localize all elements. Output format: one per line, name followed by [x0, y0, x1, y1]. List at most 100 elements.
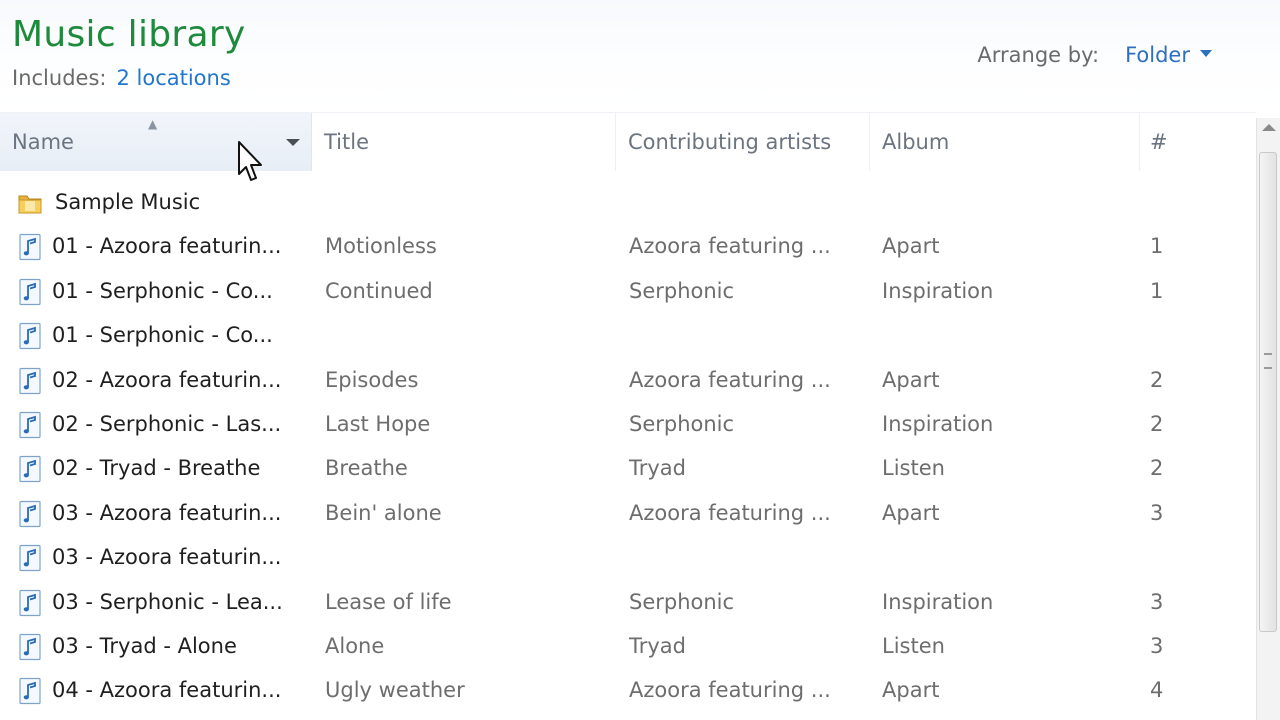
file-row[interactable]: 01 - Azoora featurin... Motionless Azoor… [0, 224, 1256, 268]
arrange-by-label: Arrange by: [977, 43, 1100, 67]
folder-name: Sample Music [55, 190, 201, 214]
file-number: 2 [1150, 411, 1164, 436]
file-name: 03 - Serphonic - Lea... [52, 589, 283, 614]
file-title: Breathe [325, 456, 408, 481]
file-number: 1 [1150, 234, 1164, 259]
file-artist: Azoora featuring ... [629, 500, 831, 525]
file-name: 03 - Azoora featurin... [52, 500, 282, 525]
file-number: 4 [1150, 678, 1164, 703]
file-row[interactable]: 03 - Azoora featurin... [0, 535, 1256, 579]
file-artist: Tryad [629, 456, 687, 481]
file-number: 3 [1150, 589, 1164, 614]
explorer-window: Music library Includes: 2 locations Arran… [0, 0, 1280, 720]
music-file-icon [19, 323, 41, 350]
file-album [882, 313, 1132, 357]
column-number-label: # [1150, 130, 1168, 154]
file-row[interactable]: 03 - Azoora featurin... Bein' alone Azoo… [0, 491, 1256, 535]
file-row[interactable]: 02 - Serphonic - Las... Last Hope Serpho… [0, 402, 1256, 446]
file-title [325, 535, 610, 579]
music-file-icon [19, 589, 41, 616]
column-album-label: Album [882, 130, 950, 154]
file-title: Motionless [325, 234, 437, 259]
file-name: 03 - Tryad - Alone [52, 633, 237, 658]
file-number [1150, 535, 1190, 579]
music-file-icon [19, 367, 41, 394]
file-album: Apart [882, 678, 940, 703]
folder-icon [18, 195, 42, 214]
file-artist: Serphonic [629, 589, 735, 614]
file-name: 02 - Tryad - Breathe [52, 456, 261, 481]
locations-link[interactable]: 2 locations [116, 66, 230, 90]
column-album[interactable]: Album [870, 113, 1140, 171]
file-artist [629, 313, 865, 357]
file-row[interactable]: 02 - Tryad - Breathe Breathe Tryad Liste… [0, 446, 1256, 490]
file-album: Apart [882, 234, 940, 259]
music-file-icon [19, 234, 41, 261]
file-title: Continued [325, 278, 433, 303]
music-file-icon [19, 545, 41, 572]
chevron-down-icon[interactable] [286, 139, 300, 146]
folder-row[interactable]: Sample Music [0, 180, 1256, 224]
file-list: Sample Music 01 - Azoora featurin... Mot… [0, 180, 1256, 713]
file-title: Episodes [325, 367, 419, 392]
scrollbar-thumb[interactable] [1259, 152, 1277, 632]
file-artist: Azoora featuring ... [629, 234, 831, 259]
library-title: Music library [12, 14, 246, 55]
file-name: 01 - Serphonic - Co... [52, 278, 273, 303]
file-row[interactable]: 01 - Serphonic - Co... [0, 313, 1256, 357]
file-row[interactable]: 04 - Azoora featurin... Ugly weather Azo… [0, 668, 1256, 712]
column-title-label: Title [324, 130, 370, 154]
file-artist: Tryad [629, 633, 687, 658]
music-file-icon [19, 633, 41, 661]
library-includes: Includes: 2 locations [12, 64, 231, 92]
file-album: Inspiration [882, 278, 994, 303]
file-row[interactable]: 01 - Serphonic - Co... Continued Serphon… [0, 269, 1256, 313]
file-number [1150, 313, 1190, 357]
file-album: Apart [882, 500, 940, 525]
file-row[interactable]: 03 - Serphonic - Lea... Lease of life Se… [0, 580, 1256, 624]
arrange-caret-icon [1200, 49, 1212, 57]
file-album: Listen [882, 456, 945, 481]
file-artist: Azoora featuring ... [629, 367, 831, 392]
column-contributing-artists[interactable]: Contributing artists [616, 113, 870, 171]
includes-label: Includes: [12, 66, 107, 90]
file-title: Last Hope [325, 411, 431, 436]
file-title: Bein' alone [325, 500, 442, 525]
file-album: Apart [882, 367, 940, 392]
file-name: 04 - Azoora featurin... [52, 678, 282, 703]
arrange-by-value: Folder [1125, 43, 1190, 67]
file-artist: Serphonic [629, 278, 735, 303]
file-name: 02 - Azoora featurin... [52, 367, 282, 392]
column-artists-label: Contributing artists [628, 130, 832, 154]
file-title: Lease of life [325, 589, 452, 614]
music-file-icon [19, 456, 41, 483]
file-name: 01 - Azoora featurin... [52, 234, 282, 259]
column-name[interactable]: Name ▲ [0, 113, 312, 171]
column-name-label: Name [12, 130, 74, 154]
file-number: 3 [1150, 500, 1164, 525]
file-album [882, 535, 1132, 579]
file-number: 1 [1150, 278, 1164, 303]
vertical-scrollbar[interactable] [1256, 118, 1280, 720]
arrange-by-dropdown[interactable]: Folder [1125, 43, 1212, 67]
column-header: Name ▲ Title Contributing artists Album … [0, 112, 1256, 171]
file-title [325, 313, 610, 357]
file-name: 02 - Serphonic - Las... [52, 411, 282, 436]
file-artist [629, 535, 865, 579]
grip-icon [1264, 353, 1272, 369]
file-album: Inspiration [882, 411, 994, 436]
file-row[interactable]: 03 - Tryad - Alone Alone Tryad Listen 3 [0, 624, 1256, 668]
file-name: 03 - Azoora featurin... [52, 545, 282, 570]
arrange-by: Arrange by: Folder [977, 40, 1212, 70]
file-row[interactable]: 02 - Azoora featurin... Episodes Azoora … [0, 358, 1256, 402]
music-file-icon [19, 500, 41, 527]
file-name: 01 - Serphonic - Co... [52, 323, 273, 348]
column-number[interactable]: # [1140, 113, 1256, 171]
file-album: Inspiration [882, 589, 994, 614]
file-number: 3 [1150, 633, 1164, 658]
column-title[interactable]: Title [312, 113, 616, 171]
music-file-icon [19, 278, 41, 305]
scroll-up-icon[interactable] [1262, 124, 1276, 131]
file-artist: Azoora featuring ... [629, 678, 831, 703]
sort-ascending-icon: ▲ [148, 117, 158, 131]
